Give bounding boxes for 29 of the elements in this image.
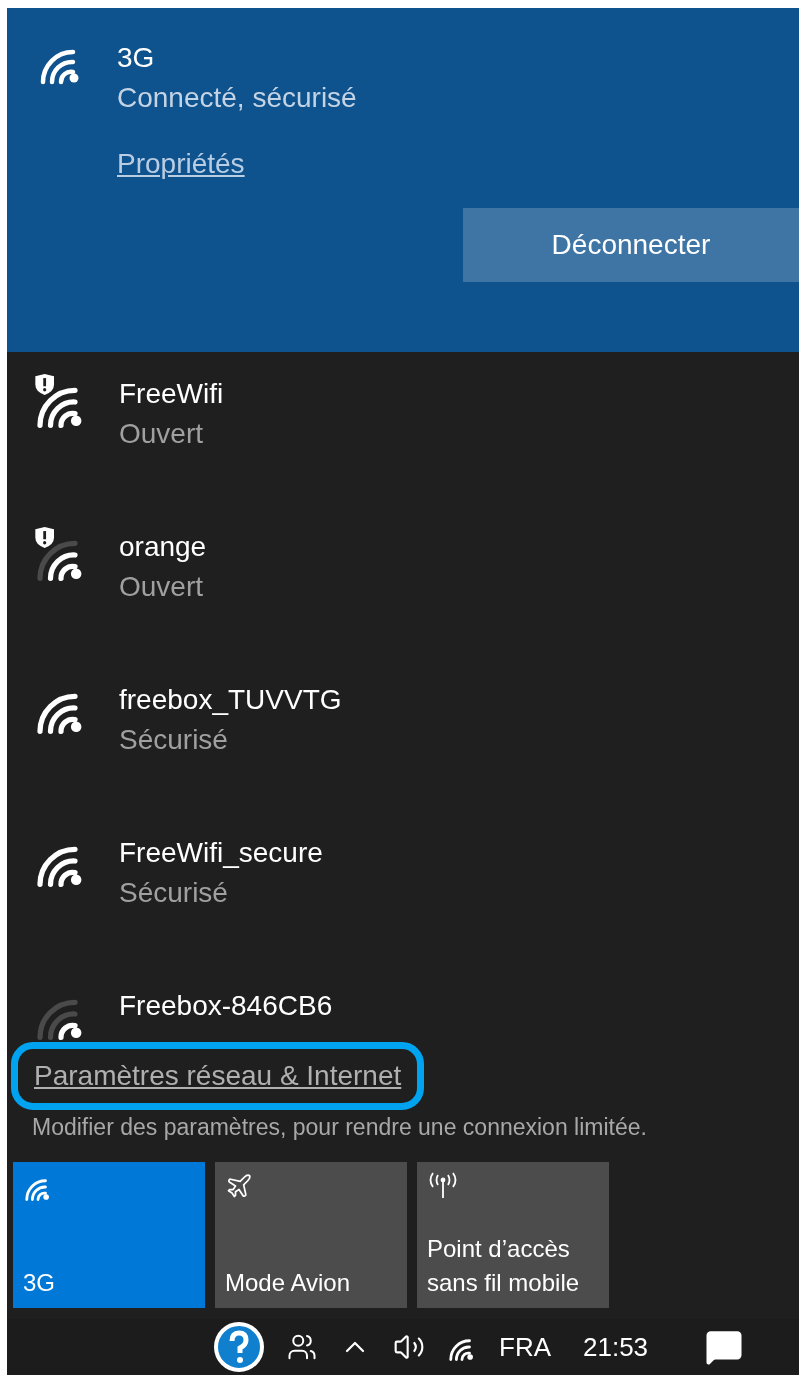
disconnect-button[interactable]: Déconnecter: [463, 208, 799, 282]
network-name: orange: [119, 530, 207, 564]
hotspot-icon: [427, 1172, 459, 1200]
network-name: FreeWifi: [119, 377, 224, 411]
network-item[interactable]: FreeWifi Ouvert: [7, 374, 799, 527]
network-settings-link[interactable]: Paramètres réseau & Internet: [34, 1059, 402, 1093]
network-status: Connecté, sécurisé: [117, 81, 357, 115]
network-status: Ouvert: [119, 570, 205, 604]
quick-action-tile[interactable]: Point d’accès sans fil mobile: [417, 1162, 609, 1308]
airplane-icon: [225, 1172, 253, 1200]
clock[interactable]: 21:53: [583, 1327, 649, 1367]
network-status: Sécurisé: [119, 876, 229, 910]
quick-action-tile[interactable]: 3G: [13, 1162, 205, 1308]
network-name: Freebox-846CB6: [119, 989, 333, 1023]
network-item[interactable]: orange Ouvert: [7, 527, 799, 680]
network-item[interactable]: Freebox-846CB6: [7, 986, 799, 1042]
people-icon[interactable]: [287, 1332, 317, 1362]
help-icon[interactable]: [213, 1321, 265, 1373]
network-name: freebox_TUVVTG: [119, 683, 342, 717]
properties-link[interactable]: Propriétés: [117, 144, 245, 184]
network-item[interactable]: FreeWifi_secure Sécurisé: [7, 833, 799, 986]
network-name: FreeWifi_secure: [119, 836, 323, 870]
network-name: 3G: [117, 41, 156, 75]
quick-action-tile[interactable]: Mode Avion: [215, 1162, 407, 1308]
network-item[interactable]: freebox_TUVVTG Sécurisé: [7, 680, 799, 833]
network-status: Sécurisé: [119, 723, 229, 757]
network-status: Ouvert: [119, 417, 205, 451]
settings-hint: Modifier des paramètres, pour rendre une connexion limitée.: [31, 1113, 648, 1142]
language-indicator[interactable]: FRA: [499, 1327, 551, 1367]
